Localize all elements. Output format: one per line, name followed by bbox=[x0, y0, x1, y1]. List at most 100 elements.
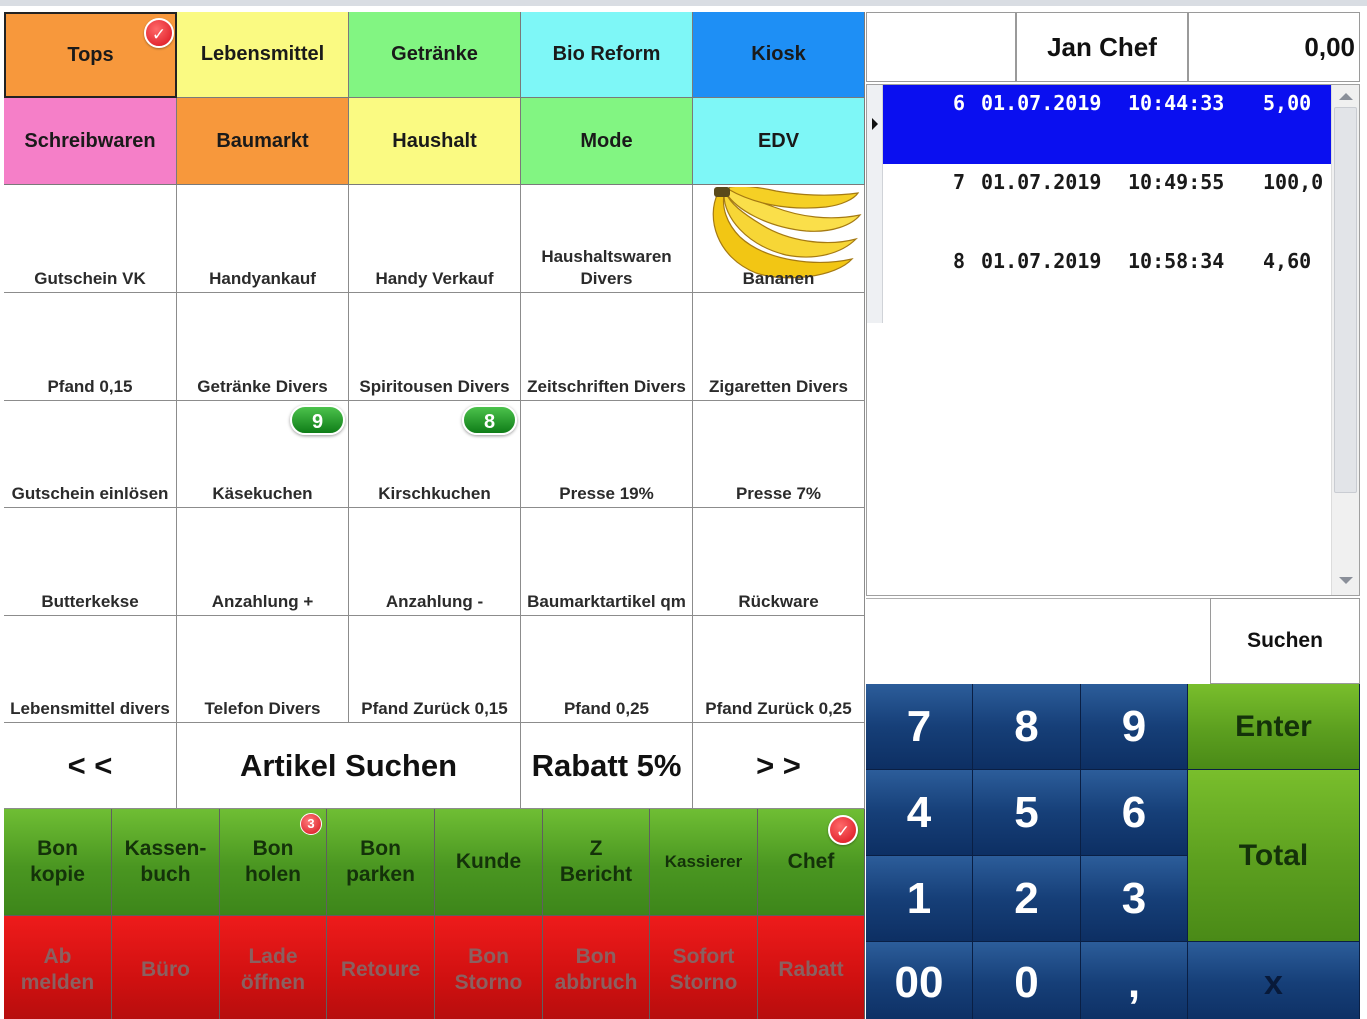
sofort-storno-button[interactable]: Sofort Storno bbox=[650, 916, 758, 1019]
bon-holen-button[interactable]: 3 Bon holen bbox=[220, 809, 327, 916]
category-label: Schreibwaren bbox=[24, 129, 156, 152]
key-6[interactable]: 6 bbox=[1081, 770, 1188, 856]
category-bio-reform[interactable]: Bio Reform bbox=[521, 12, 693, 98]
article-label: Telefon Divers bbox=[204, 699, 321, 718]
article-bananen[interactable]: Bananen bbox=[693, 185, 865, 293]
header-empty-cell bbox=[866, 12, 1016, 82]
key-x[interactable]: x bbox=[1188, 942, 1360, 1019]
article-anzahlung-minus[interactable]: Anzahlung - bbox=[349, 508, 521, 616]
function-label: Retoure bbox=[340, 958, 421, 981]
article-gutschein-vk[interactable]: Gutschein VK bbox=[4, 185, 177, 293]
article-zeitschriften-divers[interactable]: Zeitschriften Divers bbox=[521, 293, 693, 401]
article-getraenke-divers[interactable]: Getränke Divers bbox=[177, 293, 349, 401]
receipt-row[interactable]: 6 01.07.2019 10:44:33 5,00 bbox=[883, 85, 1332, 164]
key-label: 7 bbox=[906, 701, 932, 751]
key-1[interactable]: 1 bbox=[866, 856, 973, 942]
category-edv[interactable]: EDV bbox=[693, 98, 865, 185]
key-7[interactable]: 7 bbox=[866, 684, 973, 770]
article-label: Gutschein einlösen bbox=[11, 484, 169, 503]
category-mode[interactable]: Mode bbox=[521, 98, 693, 185]
key-label: 00 bbox=[894, 958, 944, 1007]
article-label: Handy Verkauf bbox=[375, 269, 494, 288]
search-input[interactable] bbox=[866, 598, 1210, 684]
article-handy-verkauf[interactable]: Handy Verkauf bbox=[349, 185, 521, 293]
enter-key[interactable]: Enter bbox=[1188, 684, 1360, 770]
scroll-thumb[interactable] bbox=[1334, 107, 1357, 493]
kunde-button[interactable]: Kunde bbox=[435, 809, 543, 916]
article-zigaretten-divers[interactable]: Zigaretten Divers bbox=[693, 293, 865, 401]
chef-button[interactable]: ✓ Chef bbox=[758, 809, 865, 916]
key-comma[interactable]: , bbox=[1081, 942, 1188, 1019]
article-pfand-015[interactable]: Pfand 0,15 bbox=[4, 293, 177, 401]
retoure-button[interactable]: Retoure bbox=[327, 916, 435, 1019]
prev-label: < < bbox=[67, 747, 113, 783]
receipt-amount: 4,60 bbox=[1263, 249, 1312, 273]
article-lebensmittel-divers[interactable]: Lebensmittel divers bbox=[4, 616, 177, 723]
vertical-scrollbar[interactable] bbox=[1331, 85, 1359, 595]
article-pfand-zurueck-015[interactable]: Pfand Zurück 0,15 bbox=[349, 616, 521, 723]
key-00[interactable]: 00 bbox=[866, 942, 973, 1019]
function-label: Sofort Storno bbox=[669, 945, 738, 994]
article-rueckware[interactable]: Rückware bbox=[693, 508, 865, 616]
category-tops[interactable]: Tops ✓ bbox=[4, 12, 177, 98]
category-getraenke[interactable]: Getränke bbox=[349, 12, 521, 98]
article-kirschkuchen[interactable]: 8 Kirschkuchen bbox=[349, 401, 521, 508]
article-spiritousen-divers[interactable]: Spiritousen Divers bbox=[349, 293, 521, 401]
key-0[interactable]: 0 bbox=[973, 942, 1081, 1019]
key-8[interactable]: 8 bbox=[973, 684, 1081, 770]
article-handyankauf[interactable]: Handyankauf bbox=[177, 185, 349, 293]
article-kaesekuchen[interactable]: 9 Käsekuchen bbox=[177, 401, 349, 508]
article-label: Lebensmittel divers bbox=[10, 699, 170, 718]
prev-page-button[interactable]: < < bbox=[4, 723, 177, 809]
receipt-no: 7 bbox=[953, 170, 966, 194]
scroll-down-icon[interactable] bbox=[1339, 577, 1353, 584]
bon-abbruch-button[interactable]: Bon abbruch bbox=[543, 916, 650, 1019]
category-haushalt[interactable]: Haushalt bbox=[349, 98, 521, 185]
article-search-button[interactable]: Artikel Suchen bbox=[177, 723, 521, 809]
article-pfand-zurueck-025[interactable]: Pfand Zurück 0,25 bbox=[693, 616, 865, 723]
buero-button[interactable]: Büro bbox=[112, 916, 220, 1019]
article-gutschein-einloesen[interactable]: Gutschein einlösen bbox=[4, 401, 177, 508]
next-page-button[interactable]: > > bbox=[693, 723, 865, 809]
article-butterkekse[interactable]: Butterkekse bbox=[4, 508, 177, 616]
key-5[interactable]: 5 bbox=[973, 770, 1081, 856]
category-lebensmittel[interactable]: Lebensmittel bbox=[177, 12, 349, 98]
search-button-label: Suchen bbox=[1247, 629, 1323, 652]
z-bericht-button[interactable]: Z Bericht bbox=[543, 809, 650, 916]
key-2[interactable]: 2 bbox=[973, 856, 1081, 942]
cashier-name: Jan Chef bbox=[1016, 12, 1188, 82]
discount-5-button[interactable]: Rabatt 5% bbox=[521, 723, 693, 809]
bon-storno-button[interactable]: Bon Storno bbox=[435, 916, 543, 1019]
article-label: Zeitschriften Divers bbox=[527, 377, 686, 396]
scroll-up-icon[interactable] bbox=[1339, 93, 1353, 100]
key-4[interactable]: 4 bbox=[866, 770, 973, 856]
lade-oeffnen-button[interactable]: Lade öffnen bbox=[220, 916, 327, 1019]
article-telefon-divers[interactable]: Telefon Divers bbox=[177, 616, 349, 723]
rabatt-button[interactable]: Rabatt bbox=[758, 916, 865, 1019]
category-baumarkt[interactable]: Baumarkt bbox=[177, 98, 349, 185]
category-schreibwaren[interactable]: Schreibwaren bbox=[4, 98, 177, 185]
article-haushaltswaren-divers[interactable]: Haushaltswaren Divers bbox=[521, 185, 693, 293]
article-label: Kirschkuchen bbox=[378, 484, 491, 503]
key-9[interactable]: 9 bbox=[1081, 684, 1188, 770]
kassenbuch-button[interactable]: Kassen- buch bbox=[112, 809, 220, 916]
bon-parken-button[interactable]: Bon parken bbox=[327, 809, 435, 916]
article-label: Käsekuchen bbox=[212, 484, 313, 503]
receipt-row[interactable]: 7 01.07.2019 10:49:55 100,0 bbox=[883, 164, 1332, 243]
total-key[interactable]: Total bbox=[1188, 770, 1360, 942]
search-button[interactable]: Suchen bbox=[1210, 598, 1360, 684]
key-3[interactable]: 3 bbox=[1081, 856, 1188, 942]
abmelden-button[interactable]: Ab melden bbox=[4, 916, 112, 1019]
function-label: Bon Storno bbox=[454, 945, 523, 994]
article-anzahlung-plus[interactable]: Anzahlung + bbox=[177, 508, 349, 616]
receipt-row[interactable]: 8 01.07.2019 10:58:34 4,60 bbox=[883, 243, 1332, 322]
kassierer-button[interactable]: Kassierer bbox=[650, 809, 758, 916]
category-kiosk[interactable]: Kiosk bbox=[693, 12, 865, 98]
article-pfand-025[interactable]: Pfand 0,25 bbox=[521, 616, 693, 723]
bon-kopie-button[interactable]: Bon kopie bbox=[4, 809, 112, 916]
article-label: Gutschein VK bbox=[34, 269, 146, 288]
receipt-list[interactable]: 6 01.07.2019 10:44:33 5,00 7 01.07.2019 … bbox=[866, 84, 1360, 596]
article-baumarktartikel-qm[interactable]: Baumarktartikel qm bbox=[521, 508, 693, 616]
article-presse-7[interactable]: Presse 7% bbox=[693, 401, 865, 508]
article-presse-19[interactable]: Presse 19% bbox=[521, 401, 693, 508]
